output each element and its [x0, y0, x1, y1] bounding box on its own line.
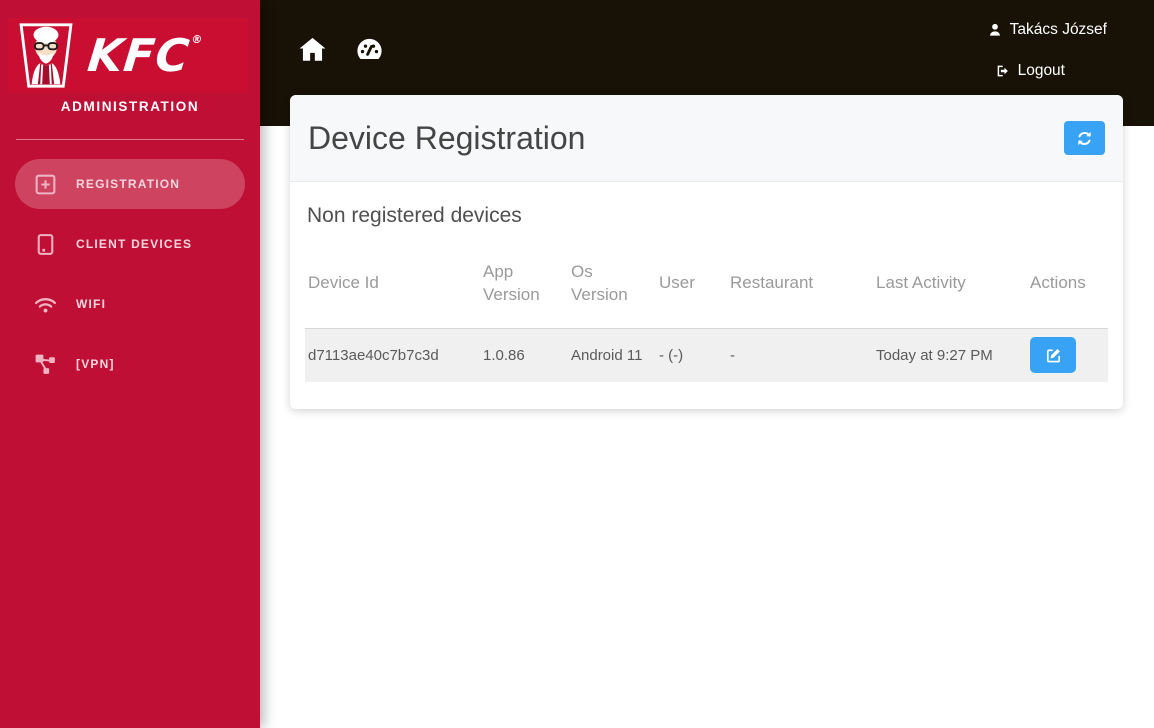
- sidebar: KFC® ADMINISTRATION REGISTRATION CLIENT …: [0, 0, 260, 728]
- cell-os-version: Android 11: [571, 346, 643, 364]
- kfc-logo: KFC®: [8, 18, 248, 93]
- sidebar-item-label: REGISTRATION: [76, 177, 181, 191]
- table-row: d7113ae40c7b7c3d 1.0.86 Android 11 - (-)…: [305, 328, 1108, 382]
- sidebar-divider: [16, 139, 244, 140]
- col-os-version: Os Version: [568, 240, 656, 329]
- user-name: Takács József: [1009, 21, 1107, 38]
- sidebar-item-label: CLIENT DEVICES: [76, 237, 193, 251]
- tablet-icon: [33, 232, 58, 257]
- colonel-sanders-icon: [16, 21, 76, 90]
- sidebar-item-label: [VPN]: [76, 357, 115, 371]
- sidebar-menu: REGISTRATION CLIENT DEVICES WIFI [VPN]: [15, 159, 245, 399]
- sidebar-subtitle: ADMINISTRATION: [60, 99, 200, 114]
- cell-app-version: 1.0.86: [483, 346, 525, 364]
- section-title: Non registered devices: [307, 204, 522, 227]
- logout-button[interactable]: Logout: [995, 62, 1065, 80]
- cell-restaurant: -: [730, 346, 735, 364]
- table-header-row: Device Id App Version Os Version User Re…: [305, 240, 1108, 329]
- col-last-activity: Last Activity: [873, 240, 1027, 329]
- app-window: KFC® ADMINISTRATION REGISTRATION CLIENT …: [0, 0, 1154, 728]
- logout-label: Logout: [1017, 62, 1065, 79]
- sync-icon: [1075, 129, 1094, 148]
- wifi-icon: [33, 292, 58, 317]
- cell-last-activity: Today at 9:27 PM: [876, 346, 993, 364]
- edit-icon: [1045, 347, 1062, 364]
- brand-text: KFC®: [85, 29, 204, 82]
- cell-user: - (-): [659, 346, 684, 364]
- device-registration-card: Device Registration Non registered devic…: [290, 95, 1123, 409]
- sidebar-item-wifi[interactable]: WIFI: [15, 279, 245, 329]
- cell-device-id: d7113ae40c7b7c3d: [308, 346, 439, 364]
- page-title: Device Registration: [308, 119, 586, 156]
- sidebar-item-vpn[interactable]: [VPN]: [15, 339, 245, 389]
- sidebar-item-label: WIFI: [76, 297, 107, 311]
- user-menu[interactable]: Takács József: [987, 21, 1107, 39]
- sidebar-item-registration[interactable]: REGISTRATION: [15, 159, 245, 209]
- logout-icon: [995, 63, 1011, 79]
- home-icon[interactable]: [296, 34, 329, 65]
- col-app-version: App Version: [480, 240, 568, 329]
- topbar-nav: [296, 34, 386, 65]
- plus-square-icon: [33, 172, 58, 197]
- card-header: Device Registration: [290, 95, 1123, 182]
- dashboard-icon[interactable]: [353, 34, 386, 65]
- refresh-button[interactable]: [1064, 121, 1105, 155]
- col-actions: Actions: [1027, 240, 1108, 329]
- network-icon: [33, 352, 58, 377]
- sidebar-item-client-devices[interactable]: CLIENT DEVICES: [15, 219, 245, 269]
- edit-device-button[interactable]: [1030, 337, 1076, 374]
- col-restaurant: Restaurant: [727, 240, 873, 329]
- cell-actions: [1027, 328, 1108, 382]
- col-user: User: [656, 240, 727, 329]
- registered-mark: ®: [190, 33, 204, 46]
- devices-table: Device Id App Version Os Version User Re…: [305, 240, 1108, 382]
- col-device-id: Device Id: [305, 240, 480, 329]
- card-body: Non registered devices Device Id App Ver…: [290, 182, 1123, 409]
- user-icon: [987, 22, 1003, 38]
